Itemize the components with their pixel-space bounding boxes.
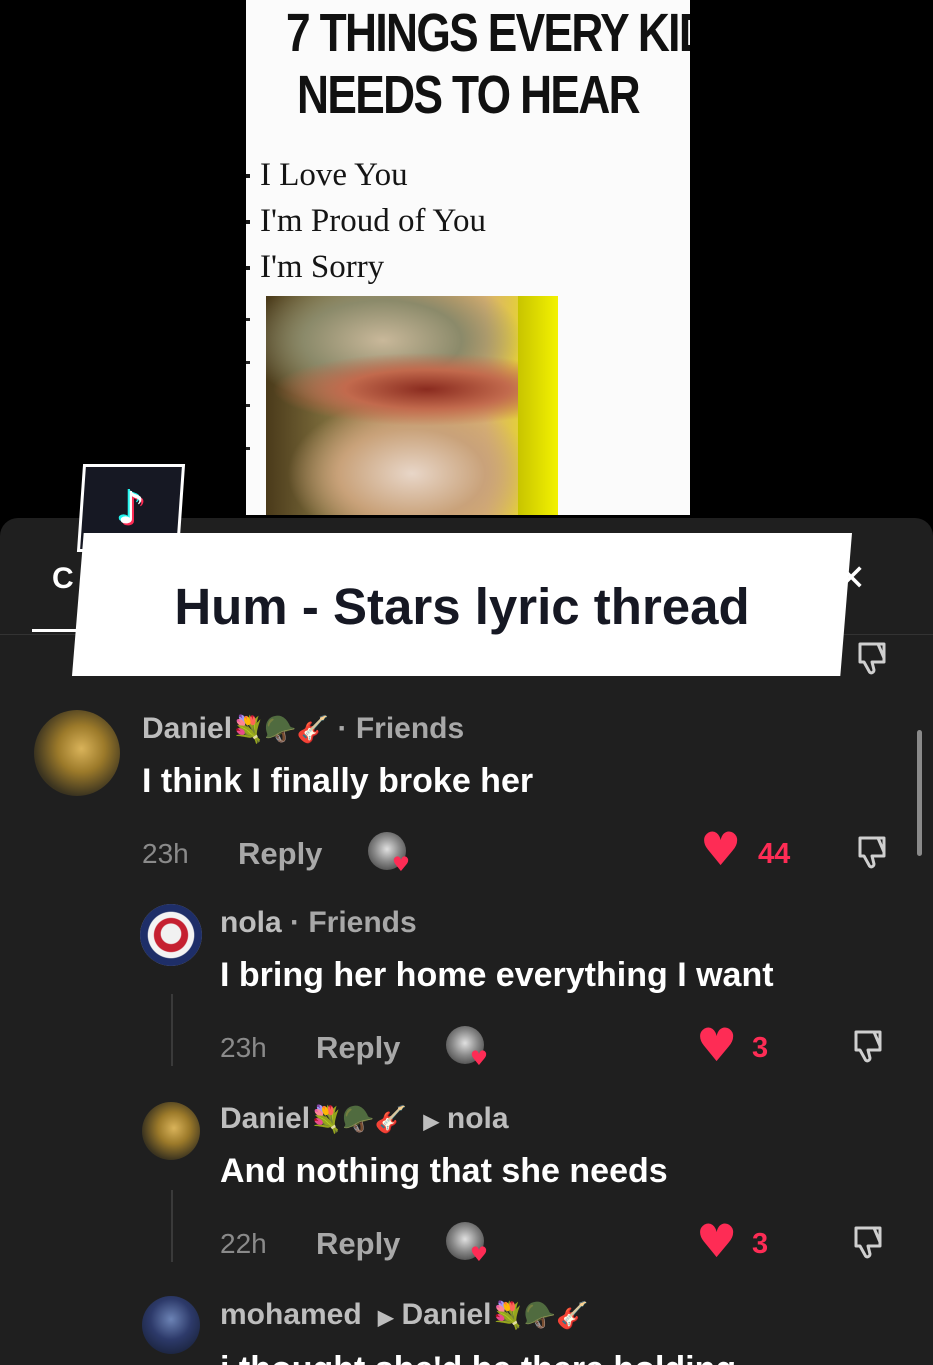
- heart-icon[interactable]: ♥: [696, 1218, 737, 1264]
- reply-to-username[interactable]: nola: [447, 1102, 509, 1135]
- reply-button[interactable]: Reply: [316, 1226, 400, 1262]
- username-emojis: 💐🪖🎸: [310, 1105, 408, 1135]
- creator-liked-heart-icon: ♥: [392, 852, 410, 876]
- comment-meta: nola · Friends: [220, 906, 417, 940]
- avatar[interactable]: [142, 1296, 200, 1354]
- username[interactable]: Daniel: [220, 1102, 310, 1135]
- poster-list-item: I'm Sorry: [246, 244, 486, 290]
- poster-title: 7 THINGS EVERY KID NEEDS TO HEAR: [285, 2, 690, 126]
- poster-list-bullets: [246, 318, 250, 490]
- relation-label: · Friends: [337, 712, 465, 745]
- thread-line: [171, 1190, 173, 1262]
- dislike-icon[interactable]: [848, 1026, 888, 1066]
- comment-meta: mohamed ▶ Daniel💐🪖🎸: [220, 1298, 589, 1332]
- comment-time: 23h: [220, 1032, 267, 1063]
- comment-text: I think I finally broke her: [142, 762, 534, 800]
- like-count: 3: [752, 1228, 769, 1260]
- reply-arrow-icon: ▶: [378, 1307, 394, 1329]
- dislike-icon[interactable]: [848, 1222, 888, 1262]
- heart-icon[interactable]: ♥: [700, 826, 741, 872]
- heart-icon[interactable]: ♥: [696, 1022, 737, 1068]
- thread-line: [171, 994, 173, 1066]
- comment-meta: Daniel💐🪖🎸 · Friends: [142, 712, 464, 746]
- username[interactable]: nola: [220, 906, 282, 939]
- reply-to-username[interactable]: Daniel: [401, 1298, 491, 1331]
- comment-text: i thought she'd be there holding: [220, 1350, 736, 1365]
- poster-title-line-2: NEEDS TO HEAR: [296, 65, 641, 125]
- creator-liked-heart-icon: ♥: [470, 1046, 488, 1070]
- comment-time: 23h: [142, 838, 189, 869]
- reply-arrow-icon: ▶: [423, 1111, 439, 1133]
- comment-time: 22h: [220, 1228, 267, 1259]
- like-count: 44: [758, 838, 791, 870]
- poster-photo: [266, 296, 558, 515]
- poster-title-line-1: 7 THINGS EVERY KID: [285, 3, 690, 63]
- poster-list: I Love You I'm Proud of You I'm Sorry: [246, 152, 486, 290]
- comment-meta: Daniel💐🪖🎸 ▶ nola: [220, 1102, 509, 1136]
- creator-liked-heart-icon: ♥: [470, 1242, 488, 1266]
- dislike-icon[interactable]: [852, 832, 892, 872]
- scrollbar[interactable]: [917, 730, 922, 856]
- reply-button[interactable]: Reply: [238, 836, 322, 872]
- poster-list-item: I Love You: [246, 152, 486, 198]
- avatar[interactable]: [34, 710, 120, 796]
- username[interactable]: Daniel: [142, 712, 232, 745]
- video-title-overlay: Hum - Stars lyric thread: [174, 578, 750, 635]
- like-count: 3: [752, 1032, 769, 1064]
- comment-text: And nothing that she needs: [220, 1152, 668, 1190]
- username-emojis: 💐🪖🎸: [232, 715, 330, 745]
- avatar[interactable]: [140, 904, 202, 966]
- tab-comments[interactable]: C: [52, 562, 74, 596]
- username[interactable]: mohamed: [220, 1298, 362, 1331]
- title-banner: Hum - Stars lyric thread: [72, 533, 852, 676]
- reply-button[interactable]: Reply: [316, 1030, 400, 1066]
- video-player[interactable]: 7 THINGS EVERY KID NEEDS TO HEAR I Love …: [0, 0, 933, 520]
- username-emojis: 💐🪖🎸: [491, 1301, 589, 1331]
- comment-text: I bring her home everything I want: [220, 956, 774, 994]
- poster-list-item: I'm Proud of You: [246, 198, 486, 244]
- avatar[interactable]: [142, 1102, 200, 1160]
- video-poster-image: 7 THINGS EVERY KID NEEDS TO HEAR I Love …: [246, 0, 690, 515]
- dislike-icon[interactable]: [852, 638, 892, 678]
- relation-label: · Friends: [290, 906, 417, 939]
